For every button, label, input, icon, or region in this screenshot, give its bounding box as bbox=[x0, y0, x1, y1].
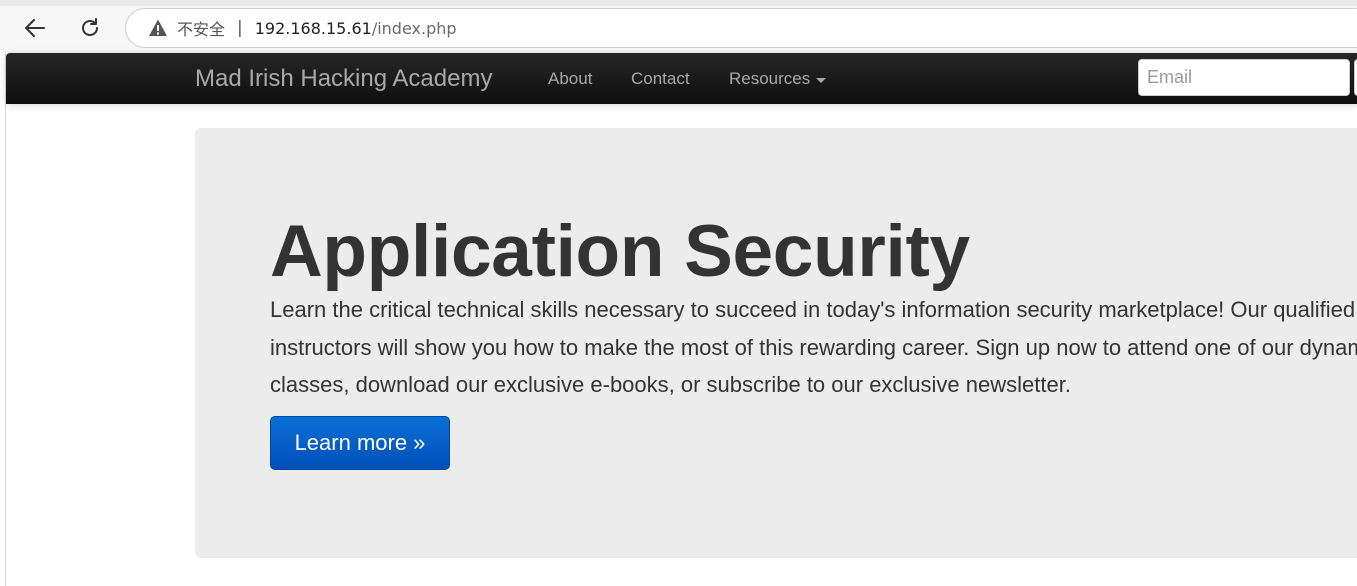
site-brand[interactable]: Mad Irish Hacking Academy bbox=[195, 65, 492, 93]
email-input[interactable] bbox=[1138, 59, 1350, 96]
hero-description: Learn the critical technical skills nece… bbox=[270, 297, 1357, 397]
address-bar[interactable]: 不安全 | 192.168.15.61 /index.php bbox=[125, 8, 1357, 48]
url-path: /index.php bbox=[371, 18, 457, 38]
reload-button[interactable] bbox=[74, 12, 106, 44]
nav-link-contact[interactable]: Contact bbox=[631, 69, 690, 89]
nav-link-about[interactable]: About bbox=[548, 69, 592, 89]
caret-down-icon bbox=[816, 77, 827, 83]
tab-strip-edge bbox=[0, 0, 1357, 6]
learn-more-button[interactable]: Learn more » bbox=[270, 416, 450, 470]
back-arrow-icon bbox=[25, 19, 45, 37]
address-separator: | bbox=[237, 18, 243, 38]
security-label[interactable]: 不安全 bbox=[177, 16, 225, 40]
hero-title: Application Security bbox=[270, 211, 970, 292]
back-button[interactable] bbox=[19, 12, 51, 44]
nav-dropdown-resources[interactable]: Resources bbox=[729, 69, 827, 89]
nav-resources-label: Resources bbox=[729, 69, 811, 88]
browser-toolbar: 不安全 | 192.168.15.61 /index.php bbox=[0, 0, 1357, 53]
url-host: 192.168.15.61 bbox=[254, 18, 372, 38]
web-page: Mad Irish Hacking Academy About Contact … bbox=[5, 53, 1357, 586]
hero-jumbotron: Application Security Learn the critical … bbox=[195, 128, 1357, 558]
warning-icon[interactable] bbox=[148, 18, 168, 38]
reload-icon bbox=[82, 18, 98, 36]
site-navbar: Mad Irish Hacking Academy About Contact … bbox=[6, 53, 1357, 104]
